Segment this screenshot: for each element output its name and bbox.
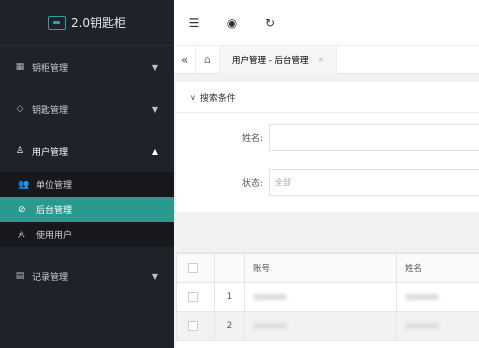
search-panel-toggle[interactable]: ∨ 搜索条件 — [176, 82, 479, 113]
table-row[interactable]: 1 — [176, 282, 479, 312]
user-table: 账号 姓名 1 2 — [176, 253, 479, 341]
row-checkbox-cell — [176, 311, 215, 341]
logo[interactable]: 2.0钥匙柜 — [0, 0, 174, 46]
select-all-cell — [176, 253, 215, 283]
form-row-name: 姓名: — [176, 121, 479, 153]
chevron-up-icon: ▲ — [151, 146, 158, 156]
table-toolbar — [176, 212, 479, 253]
key-cabinet-logo-icon — [47, 15, 66, 30]
name-cell — [396, 311, 479, 341]
account-cell — [244, 311, 397, 341]
row-index: 2 — [214, 311, 245, 341]
users-icon: 👥 — [18, 179, 30, 190]
row-index: 1 — [214, 282, 245, 312]
row-checkbox[interactable] — [188, 291, 198, 302]
sidebar-item-label: 钥匙管理 — [32, 105, 69, 116]
sidebar-subitem-end-users[interactable]: ዾ 使用用户 — [0, 222, 174, 247]
sidebar-item-keys[interactable]: ◇ 钥匙管理 ▼ — [0, 88, 174, 130]
chevron-down-icon: ▼ — [151, 104, 158, 114]
tab-user-admin[interactable]: 用户管理 - 后台管理 × — [220, 46, 338, 74]
home-icon: ⌂ — [204, 53, 211, 66]
account-cell — [244, 282, 397, 312]
row-checkbox-cell — [176, 282, 215, 312]
redacted-text — [253, 322, 287, 329]
sidebar-item-cabinet[interactable]: ▦ 钥柜管理 ▼ — [0, 46, 174, 88]
redacted-text — [405, 322, 439, 329]
name-label: 姓名: — [241, 133, 263, 144]
sidebar-subitem-label: 单位管理 — [36, 181, 73, 191]
tab-label: 用户管理 - 后台管理 — [232, 55, 309, 66]
shield-check-icon: ⊘ — [18, 204, 26, 215]
column-header-name[interactable]: 姓名 — [396, 253, 479, 283]
sidebar-subitem-label: 使用用户 — [36, 231, 73, 241]
main-content: ∨ 搜索条件 姓名: 状态: 全部 账号 姓名 1 2 — [174, 74, 479, 348]
app-root: 2.0钥匙柜 ▦ 钥柜管理 ▼ ◇ 钥匙管理 ▼ ♙ 用户管理 ▲ 👥 单位管理… — [0, 0, 479, 348]
user-icon: ♙ — [15, 146, 25, 156]
chevron-down-icon: ∨ — [190, 92, 196, 102]
redacted-text — [253, 293, 287, 300]
record-icon: ▤ — [15, 271, 25, 281]
tag-icon: ◇ — [16, 104, 24, 114]
sidebar-subitem-admin[interactable]: ⊘ 后台管理 — [0, 197, 174, 222]
tab-home[interactable]: ⌂ — [196, 46, 220, 73]
double-chevron-left-icon: « — [180, 52, 189, 67]
page-tabs: « ⌂ 用户管理 - 后台管理 × — [174, 46, 479, 74]
sidebar-submenu-users: 👥 单位管理 ⊘ 后台管理 ዾ 使用用户 — [0, 172, 174, 247]
menu-fold-button[interactable]: ☰ — [175, 0, 213, 46]
select-all-checkbox[interactable] — [188, 262, 198, 273]
chevron-down-icon: ▼ — [151, 271, 158, 281]
name-cell — [396, 282, 479, 312]
user-table-panel: 账号 姓名 1 2 — [176, 212, 479, 348]
chevron-down-icon: ▼ — [151, 62, 158, 72]
sidebar-item-label: 记录管理 — [32, 272, 69, 283]
row-checkbox[interactable] — [188, 320, 198, 331]
search-panel-title: 搜索条件 — [199, 93, 236, 104]
sidebar: 2.0钥匙柜 ▦ 钥柜管理 ▼ ◇ 钥匙管理 ▼ ♙ 用户管理 ▲ 👥 单位管理… — [0, 0, 174, 348]
person-icon: ዾ — [18, 229, 25, 240]
sidebar-item-records[interactable]: ▤ 记录管理 ▼ — [0, 255, 174, 297]
sidebar-subitem-units[interactable]: 👥 单位管理 — [0, 172, 174, 197]
index-header — [214, 253, 245, 283]
sidebar-item-label: 钥柜管理 — [32, 63, 69, 74]
tabs-scroll-left-button[interactable]: « — [174, 46, 196, 73]
grid-icon: ▦ — [15, 62, 25, 72]
sidebar-item-users[interactable]: ♙ 用户管理 ▲ — [0, 130, 174, 172]
sidebar-subitem-label: 后台管理 — [36, 206, 73, 216]
refresh-icon: ↻ — [264, 15, 276, 30]
theme-button[interactable]: ◉ — [213, 0, 251, 46]
form-row-status: 状态: 全部 — [176, 166, 479, 198]
menu-fold-icon: ☰ — [188, 15, 200, 30]
redacted-text — [405, 293, 439, 300]
name-input[interactable] — [269, 123, 479, 151]
top-toolbar: ☰ ◉ ↻ — [174, 0, 479, 46]
table-row[interactable]: 2 — [176, 311, 479, 341]
column-header-account[interactable]: 账号 — [244, 253, 397, 283]
close-icon[interactable]: × — [317, 55, 324, 64]
sidebar-item-label: 用户管理 — [32, 147, 69, 158]
refresh-button[interactable]: ↻ — [251, 0, 289, 46]
table-header-row: 账号 姓名 — [176, 253, 479, 283]
app-title: 2.0钥匙柜 — [70, 16, 127, 30]
theme-icon: ◉ — [226, 15, 238, 30]
status-label: 状态: — [241, 178, 263, 189]
status-select[interactable]: 全部 — [269, 168, 479, 196]
